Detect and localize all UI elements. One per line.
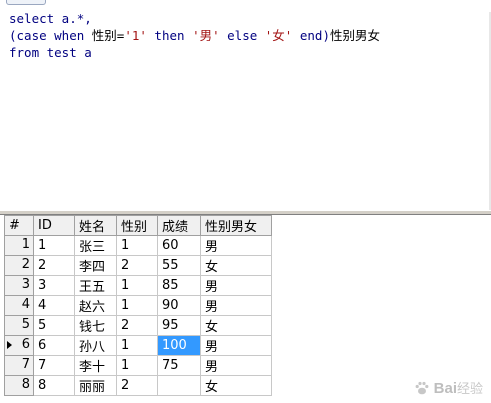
code-line: (case when 性别='1' then '男' else '女' end)… [9, 27, 380, 44]
grid-cell[interactable]: 2 [116, 375, 158, 396]
grid-cell[interactable]: 男 [200, 295, 272, 316]
watermark-text: Bai经验 [433, 380, 483, 397]
row-header[interactable]: 6 [4, 335, 34, 356]
grid-cell[interactable]: 1 [116, 295, 158, 316]
code-token: 性别= [91, 28, 125, 43]
query-tab[interactable] [6, 0, 46, 5]
grid-cell[interactable]: 8 [33, 375, 75, 396]
code-token: '1' [124, 28, 147, 43]
grid-cell[interactable]: 李四 [74, 255, 117, 276]
row-number: 1 [21, 237, 30, 252]
grid-cell[interactable]: 2 [116, 315, 158, 336]
code-token: select a.*, [9, 11, 92, 26]
column-header[interactable]: 姓名 [74, 215, 117, 236]
row-number: 4 [21, 297, 30, 312]
current-row-arrow-icon [7, 341, 12, 349]
grid-cell[interactable]: 1 [116, 275, 158, 296]
grid-cell[interactable]: 3 [33, 275, 75, 296]
grid-cell[interactable]: 2 [33, 255, 75, 276]
table-row[interactable]: 5 5 钱七 2 95 女 [4, 315, 272, 336]
watermark: Bai经验 [414, 378, 483, 397]
grid-cell[interactable]: 女 [200, 375, 272, 396]
results-grid-pane: # ID 姓名 性别 成绩 性别男女 1 1 张三 1 60 男 2 2 李四 2 55 女 3 3 王五 1 85 男 4 4… [0, 215, 491, 403]
code-token: end) [292, 28, 330, 43]
grid-cell[interactable]: 李十 [74, 355, 117, 376]
row-header[interactable]: 1 [4, 235, 34, 256]
row-number: 7 [21, 357, 30, 372]
row-number: 6 [21, 337, 30, 352]
grid-cell[interactable]: 100 [157, 335, 201, 356]
row-header[interactable]: 3 [4, 275, 34, 296]
row-number: 8 [21, 377, 30, 392]
row-header[interactable]: 4 [4, 295, 34, 316]
code-token: from test a [9, 45, 92, 60]
code-token: then [146, 28, 193, 43]
grid-cell[interactable]: 赵六 [74, 295, 117, 316]
column-header[interactable]: # [4, 215, 34, 236]
grid-cell[interactable]: 5 [33, 315, 75, 336]
code-line: from test a [9, 44, 380, 61]
grid-cell[interactable] [157, 375, 201, 396]
grid-cell[interactable]: 丽丽 [74, 375, 117, 396]
sql-editor[interactable]: select a.*, (case when 性别='1' then '男' el… [0, 6, 491, 216]
grid-cell[interactable]: 王五 [74, 275, 117, 296]
row-number: 2 [21, 257, 30, 272]
code-token: (case when [9, 28, 92, 43]
table-row[interactable]: 1 1 张三 1 60 男 [4, 235, 272, 256]
column-header[interactable]: ID [33, 215, 75, 236]
grid-cell[interactable]: 95 [157, 315, 201, 336]
grid-cell[interactable]: 男 [200, 235, 272, 256]
grid-cell[interactable]: 男 [200, 335, 272, 356]
column-header[interactable]: 成绩 [157, 215, 201, 236]
row-header[interactable]: 5 [4, 315, 34, 336]
table-row[interactable]: 2 2 李四 2 55 女 [4, 255, 272, 276]
sql-code: select a.*, (case when 性别='1' then '男' el… [9, 10, 380, 61]
grid-cell[interactable]: 男 [200, 355, 272, 376]
row-header[interactable]: 7 [4, 355, 34, 376]
grid-cell[interactable]: 1 [33, 235, 75, 256]
paw-logo-icon [415, 381, 429, 394]
grid-cell[interactable]: 张三 [74, 235, 117, 256]
grid-cell[interactable]: 1 [116, 235, 158, 256]
grid-cell[interactable]: 孙八 [74, 335, 117, 356]
column-header[interactable]: 性别 [116, 215, 158, 236]
row-number: 5 [21, 317, 30, 332]
code-token: '男' [192, 28, 220, 43]
grid-cell[interactable]: 90 [157, 295, 201, 316]
grid-cell[interactable]: 1 [116, 355, 158, 376]
row-number: 3 [21, 277, 30, 292]
grid-cell[interactable]: 60 [157, 235, 201, 256]
column-header[interactable]: 性别男女 [200, 215, 272, 236]
grid-cell[interactable]: 2 [116, 255, 158, 276]
grid-cell[interactable]: 4 [33, 295, 75, 316]
grid-cell[interactable]: 钱七 [74, 315, 117, 336]
grid-header-row: # ID 姓名 性别 成绩 性别男女 [4, 215, 272, 236]
code-token: 性别男女 [329, 28, 380, 43]
code-token: else [219, 28, 265, 43]
table-row[interactable]: 4 4 赵六 1 90 男 [4, 295, 272, 316]
grid-cell[interactable]: 75 [157, 355, 201, 376]
results-grid: # ID 姓名 性别 成绩 性别男女 1 1 张三 1 60 男 2 2 李四 2 55 女 3 3 王五 1 85 男 4 4… [4, 215, 272, 396]
code-token: '女' [264, 28, 293, 43]
grid-cell[interactable]: 男 [200, 275, 272, 296]
grid-cell[interactable]: 55 [157, 255, 201, 276]
row-header[interactable]: 8 [4, 375, 34, 396]
table-row[interactable]: 6 6 孙八 1 100 男 [4, 335, 272, 356]
grid-cell[interactable]: 女 [200, 255, 272, 276]
grid-cell[interactable]: 85 [157, 275, 201, 296]
grid-cell[interactable]: 6 [33, 335, 75, 356]
table-row[interactable]: 3 3 王五 1 85 男 [4, 275, 272, 296]
grid-cell[interactable]: 7 [33, 355, 75, 376]
row-header[interactable]: 2 [4, 255, 34, 276]
table-row[interactable]: 8 8 丽丽 2 女 [4, 375, 272, 396]
grid-cell[interactable]: 女 [200, 315, 272, 336]
grid-cell[interactable]: 1 [116, 335, 158, 356]
table-row[interactable]: 7 7 李十 1 75 男 [4, 355, 272, 376]
code-line: select a.*, [9, 10, 380, 27]
